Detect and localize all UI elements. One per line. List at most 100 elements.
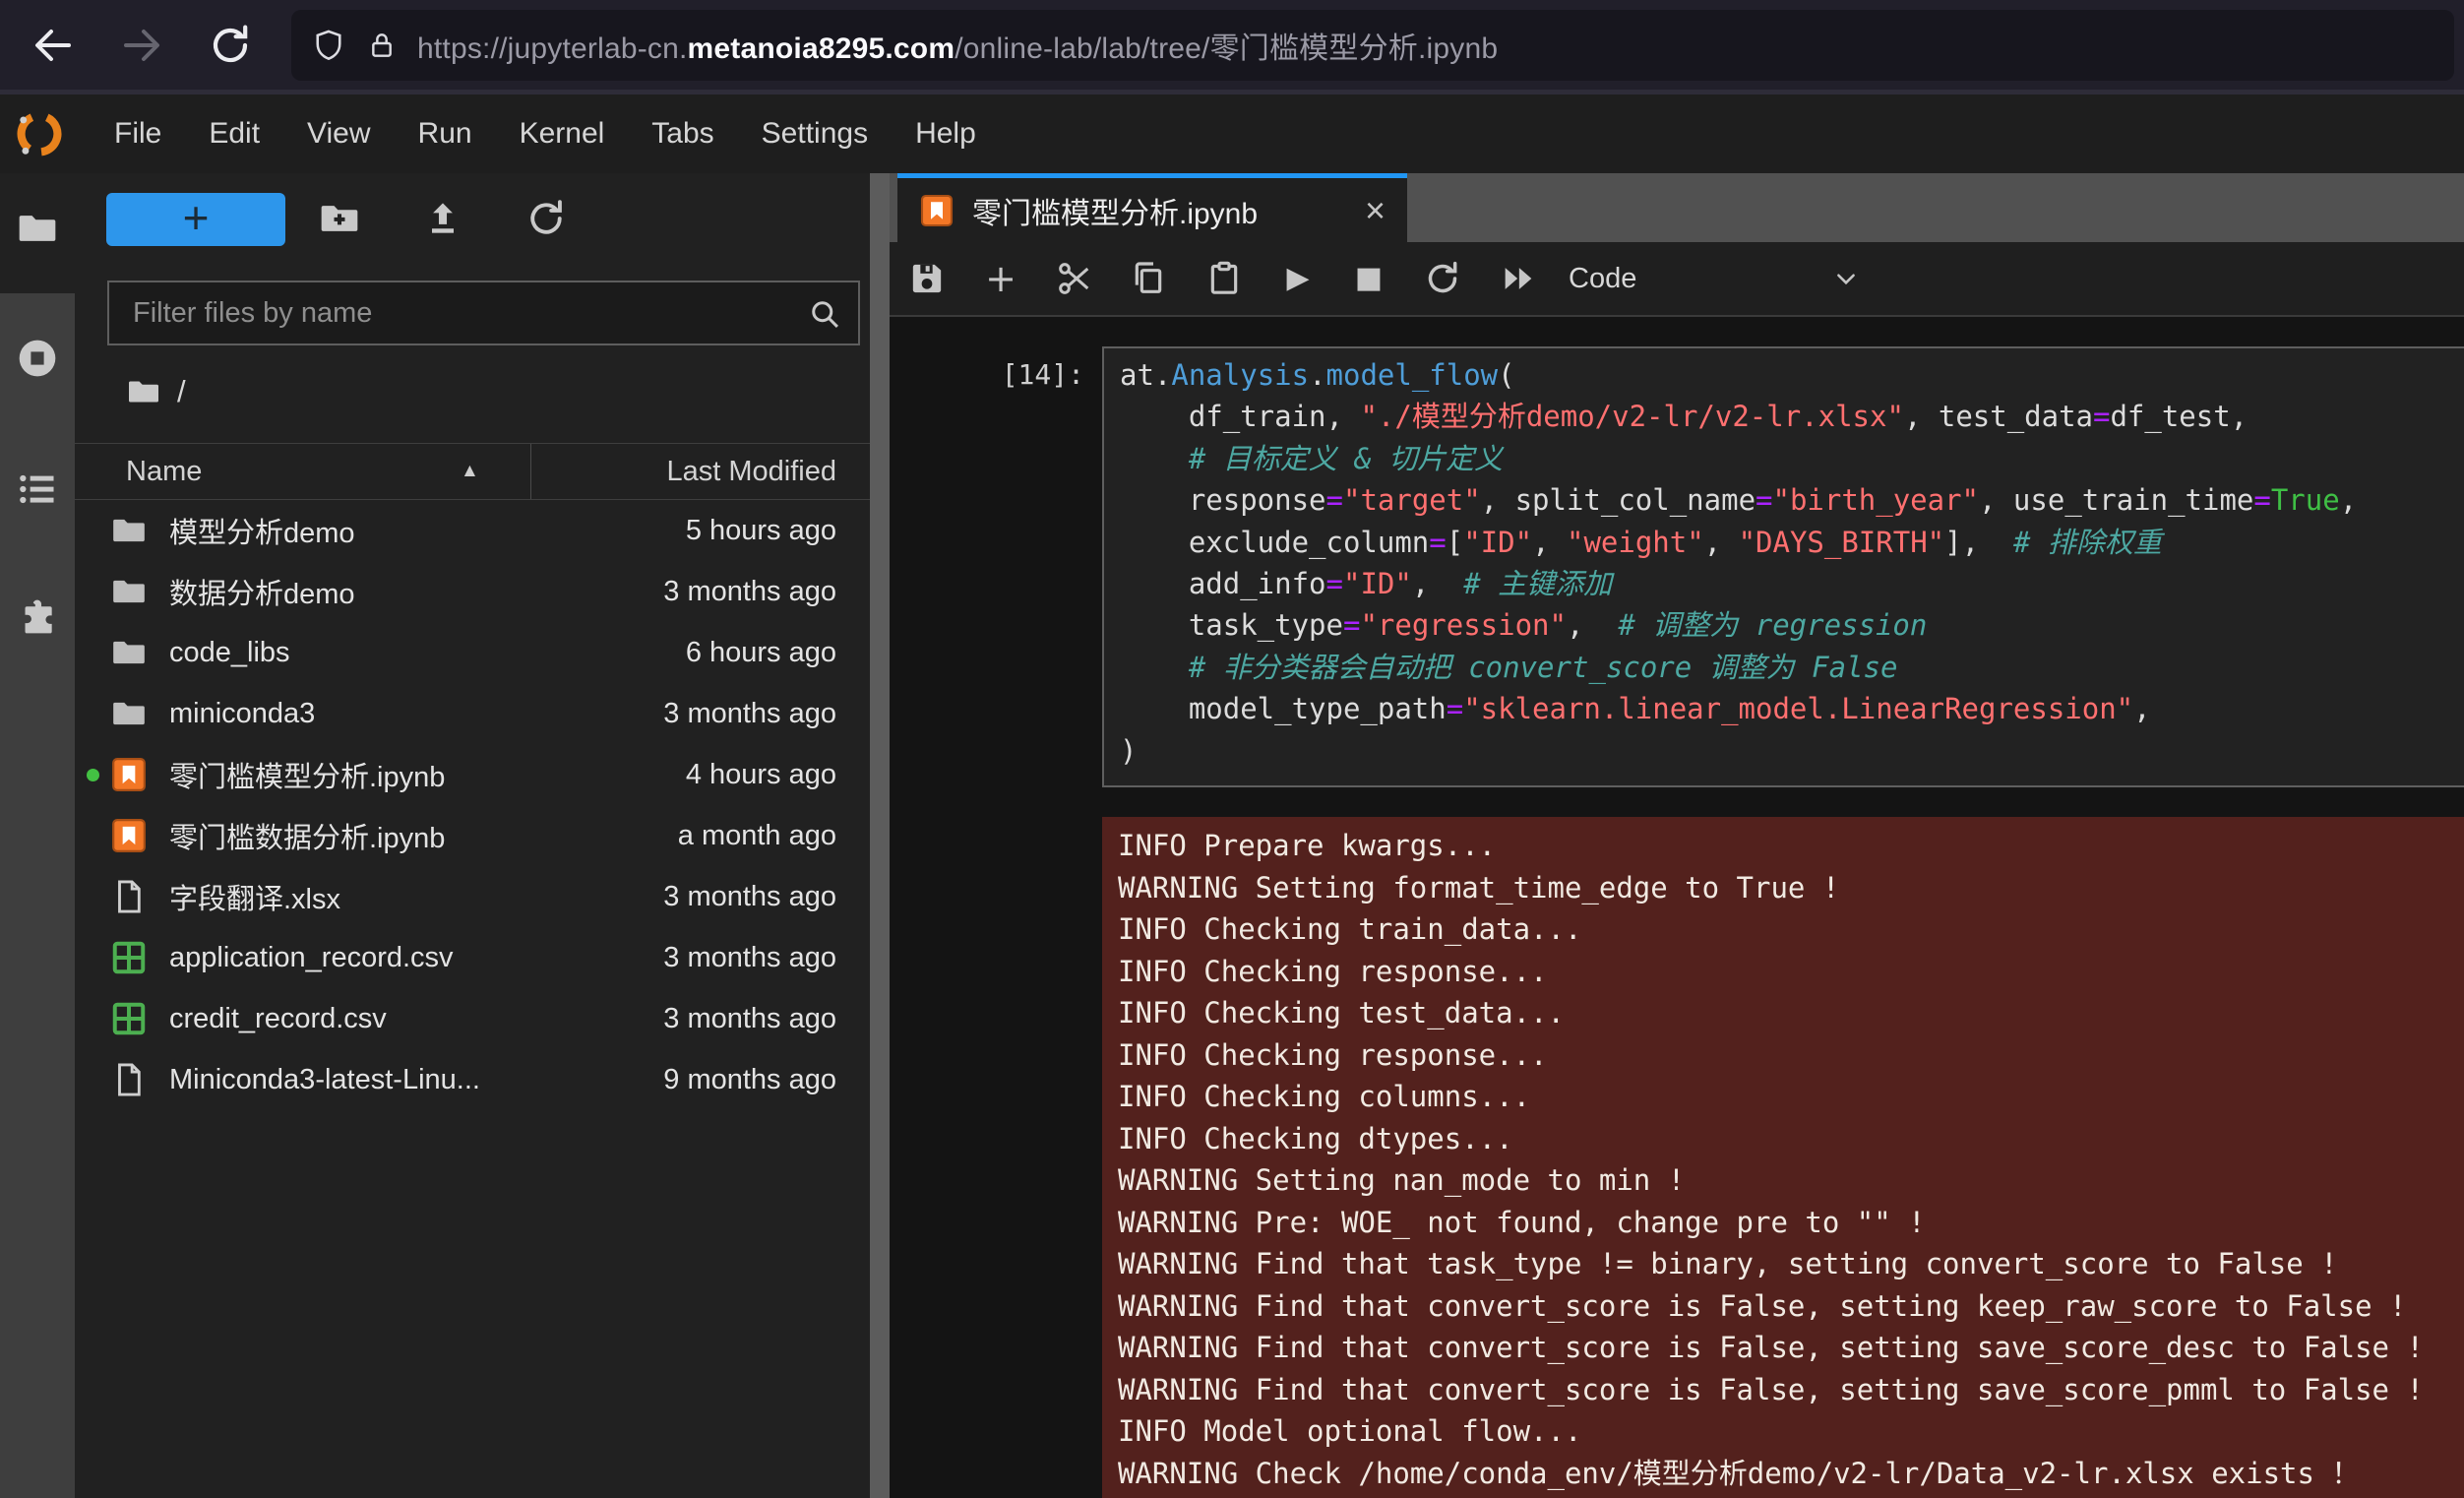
file-row[interactable]: application_record.csv 3 months ago [75,927,870,988]
file-modified: 3 months ago [663,698,836,730]
file-row[interactable]: Miniconda3-latest-Linu... 9 months ago [75,1049,870,1110]
code-line: # 目标定义 & 切片定义 [1120,438,2464,479]
file-row[interactable]: 模型分析demo 5 hours ago [75,500,870,561]
shield-icon[interactable] [311,28,346,63]
file-modified: 3 months ago [663,1003,836,1035]
notebook-icon [110,756,148,793]
file-name: credit_record.csv [169,1003,387,1035]
sidebar-tab-table-of-contents[interactable] [16,468,59,511]
column-name-header[interactable]: Name [126,444,202,499]
file-row[interactable]: credit_record.csv 3 months ago [75,988,870,1049]
save-button[interactable] [907,259,947,298]
output-line: WARNING Setting format_time_edge to True… [1118,867,2464,909]
run-icon: ▶ [1286,261,1309,295]
code-cell-editor[interactable]: at.Analysis.model_flow( df_train, "./模型分… [1102,346,2464,787]
breadcrumb[interactable]: / [126,374,186,409]
file-name: miniconda3 [169,698,315,730]
file-name: application_record.csv [169,942,454,974]
file-row[interactable]: 零门槛模型分析.ipynb4 hours ago [75,744,870,805]
output-line: INFO Model optional flow... [1118,1410,2464,1453]
menu-run[interactable]: Run [395,94,496,173]
notebook-tab[interactable]: 零门槛模型分析.ipynb × [897,173,1407,242]
column-modified-header[interactable]: Last Modified [667,444,837,499]
sidebar-tab-file-browser[interactable] [16,207,59,250]
menu-tabs[interactable]: Tabs [628,94,737,173]
list-icon [16,468,59,511]
folder-icon [110,695,148,732]
notebook-toolbar: + ▶ ■ Code [890,242,2464,317]
menu-view[interactable]: View [283,94,394,173]
paste-cells-button[interactable] [1204,259,1244,298]
copy-cells-button[interactable] [1129,259,1168,298]
sidebar-tab-running-kernels[interactable] [16,337,59,380]
folder-icon [110,512,148,549]
browser-back-button[interactable] [30,22,77,69]
file-name: 模型分析demo [169,510,355,551]
folder-icon [16,207,59,250]
file-icon [110,878,148,915]
reload-icon [207,22,254,69]
lock-icon[interactable] [366,30,398,61]
upload-icon [421,197,464,240]
file-modified: 3 months ago [663,881,836,913]
browser-reload-button[interactable] [207,22,254,69]
save-icon [907,259,947,298]
app-logo-icon [14,108,65,159]
panel-splitter[interactable] [870,173,890,1498]
menu-kernel[interactable]: Kernel [496,94,629,173]
output-line: WARNING Find that convert_score is False… [1118,1327,2464,1369]
output-line: WARNING Setting nan_mode to min ! [1118,1159,2464,1202]
filter-files-box [107,281,860,345]
folder-icon [126,374,161,409]
code-line: response="target", split_col_name="birth… [1120,479,2464,521]
file-row[interactable]: miniconda3 3 months ago [75,683,870,744]
file-row[interactable]: 字段翻译.xlsx 3 months ago [75,866,870,927]
restart-kernel-button[interactable] [1423,259,1462,298]
new-launcher-button[interactable]: + [106,193,285,246]
code-line: model_type_path="sklearn.linear_model.Li… [1120,688,2464,729]
sidebar-tab-extensions[interactable] [16,596,59,640]
file-modified: 5 hours ago [686,515,836,547]
workspace: + / Name ▲ [0,173,2464,1498]
file-row[interactable]: 零门槛数据分析.ipynba month ago [75,805,870,866]
breadcrumb-root[interactable]: / [177,374,186,409]
code-line: ) [1120,730,2464,772]
close-tab-icon[interactable]: × [1365,193,1386,228]
code-line: exclude_column=["ID", "weight", "DAYS_BI… [1120,522,2464,563]
menu-file[interactable]: File [91,94,185,173]
file-name: 字段翻译.xlsx [169,876,340,917]
stop-button[interactable]: ■ [1349,259,1388,298]
menu-settings[interactable]: Settings [738,94,892,173]
output-line: INFO Checking train_data... [1118,908,2464,951]
chevron-down-icon [1833,266,1859,291]
sort-ascending-icon: ▲ [461,444,479,499]
menu-help[interactable]: Help [892,94,1000,173]
file-row[interactable]: code_libs6 hours ago [75,622,870,683]
notebook-icon [919,193,955,228]
browser-forward-button[interactable] [118,22,165,69]
refresh-file-list-button[interactable] [524,197,568,240]
file-name: Miniconda3-latest-Linu... [169,1064,480,1096]
menu-edit[interactable]: Edit [185,94,283,173]
file-row[interactable]: 数据分析demo3 months ago [75,561,870,622]
upload-button[interactable] [421,197,464,240]
stop-circle-icon [16,337,59,380]
plus-icon: + [183,195,210,240]
add-cell-button[interactable]: + [981,259,1020,298]
run-button[interactable]: ▶ [1278,259,1318,298]
file-browser-panel: + / Name ▲ [75,173,870,1498]
url-text: https://jupyterlab-cn.metanoia8295.com/o… [417,24,1498,67]
file-list: 模型分析demo5 hours ago数据分析demo3 months agoc… [75,500,870,1110]
file-modified: 3 months ago [663,942,836,974]
folder-icon [110,634,148,671]
menu-bar: File Edit View Run Kernel Tabs Settings … [0,94,2464,173]
filter-files-input[interactable] [109,282,858,343]
file-name: 零门槛数据分析.ipynb [169,815,445,856]
cut-cells-button[interactable] [1055,259,1094,298]
url-bar[interactable]: https://jupyterlab-cn.metanoia8295.com/o… [291,10,2454,81]
new-folder-button[interactable] [318,197,361,240]
cell-type-dropdown[interactable]: Code [1569,242,1859,315]
fast-forward-icon [1499,259,1538,298]
file-modified: 9 months ago [663,1064,836,1096]
restart-run-all-button[interactable] [1499,259,1538,298]
